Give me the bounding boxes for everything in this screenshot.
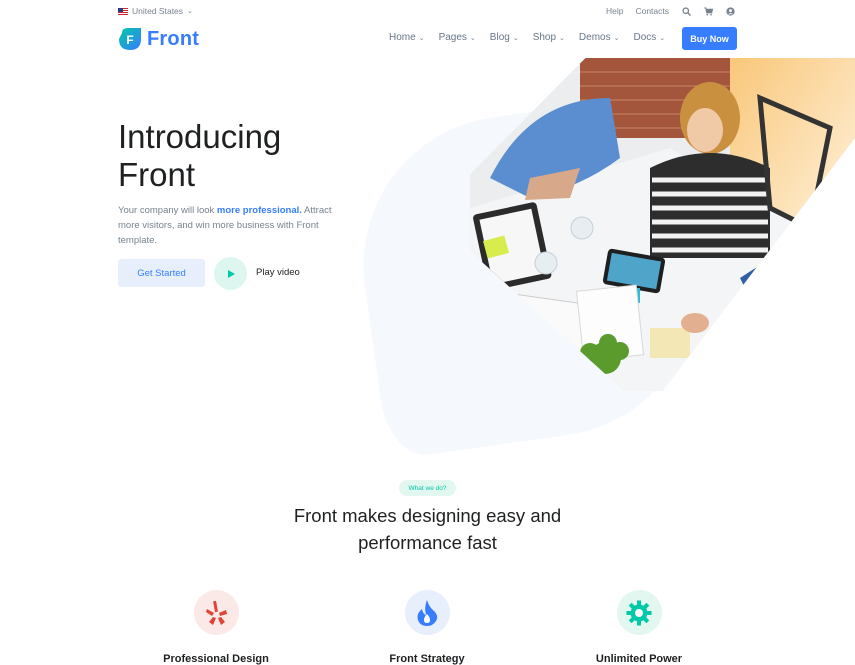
buy-now-button[interactable]: Buy Now: [682, 27, 737, 50]
chevron-down-icon: ⌄: [512, 34, 519, 42]
nav-item-pages[interactable]: Pages ⌄: [439, 32, 476, 43]
brand-name: Front: [147, 27, 200, 50]
chevron-down-icon: ⌄: [613, 34, 620, 42]
contacts-link[interactable]: Contacts: [635, 6, 669, 16]
help-link[interactable]: Help: [606, 6, 623, 16]
chevron-down-icon: ⌄: [187, 8, 193, 15]
chevron-down-icon: ⌄: [659, 34, 666, 42]
chevron-down-icon: ⌄: [418, 34, 425, 42]
locale-label: United States: [132, 6, 184, 16]
section-badge: What we do?: [399, 480, 456, 496]
feature-unlimited-power: Unlimited Power: [569, 590, 709, 665]
us-flag-icon: [118, 7, 128, 15]
cart-icon[interactable]: [703, 6, 713, 16]
chevron-down-icon: ⌄: [559, 34, 565, 42]
hero-description-highlight: more professional.: [216, 205, 302, 216]
play-video-button[interactable]: [214, 257, 247, 290]
play-video-label[interactable]: Play video: [256, 267, 300, 278]
user-icon[interactable]: [725, 6, 735, 16]
nav-item-shop[interactable]: Shop ⌄: [533, 32, 565, 43]
nav-item-demos[interactable]: Demos ⌄: [579, 32, 620, 43]
svg-text:F: F: [126, 33, 133, 47]
yelp-icon: [193, 590, 239, 635]
feature-front-strategy: Front Strategy: [357, 590, 497, 665]
top-bar: United States ⌄ Help Contacts: [0, 0, 855, 24]
nav-item-blog[interactable]: Blog ⌄: [490, 32, 519, 43]
feature-professional-design: Professional Design: [146, 590, 286, 665]
search-icon[interactable]: [681, 6, 691, 16]
get-started-button[interactable]: Get Started: [118, 259, 205, 287]
nav-item-home[interactable]: Home ⌄: [389, 32, 425, 43]
nav-item-docs[interactable]: Docs ⌄: [633, 32, 665, 43]
brand-logo[interactable]: F Front: [118, 27, 199, 51]
front-logo-icon: F: [118, 27, 142, 51]
section-title: Front makes designing easy and performan…: [293, 505, 562, 553]
chevron-down-icon: ⌄: [469, 34, 476, 42]
flame-icon: [404, 590, 450, 635]
hero-description: Your company will look more professional…: [118, 205, 332, 246]
gear-icon: [616, 590, 662, 635]
locale-selector[interactable]: United States ⌄: [118, 6, 193, 16]
play-icon: [227, 269, 235, 278]
hero-title: Introducing Front: [118, 118, 282, 193]
top-links: Help Contacts: [606, 6, 735, 16]
main-nav: Home ⌄ Pages ⌄ Blog ⌄ Shop ⌄ Demos ⌄ Docs ⌄: [389, 32, 665, 43]
